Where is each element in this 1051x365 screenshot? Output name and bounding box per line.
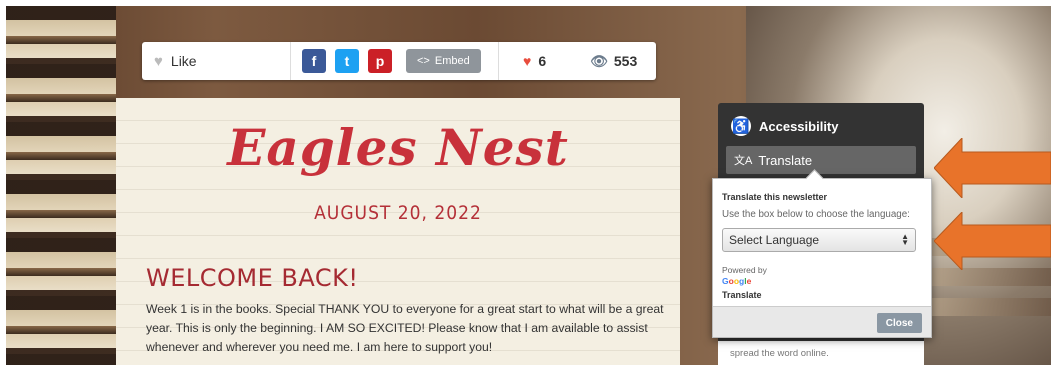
popup-footer: Close bbox=[713, 306, 931, 337]
views-value: 553 bbox=[613, 52, 638, 69]
likes-count: ♥ 6 bbox=[523, 53, 546, 69]
heart-icon: ♥ bbox=[523, 53, 532, 69]
select-arrows-icon: ▲ ▼ bbox=[901, 232, 909, 247]
popup-description: Use the box below to choose the language… bbox=[722, 209, 910, 220]
stats: ♥ 6 👁 553 bbox=[499, 53, 637, 70]
like-button[interactable]: ♥ Like bbox=[142, 42, 291, 80]
translate-label: Translate bbox=[758, 152, 813, 168]
newsletter-date: AUGUST 20, 2022 bbox=[314, 202, 482, 224]
accessibility-title: Accessibility bbox=[759, 118, 839, 134]
book-stack-left bbox=[6, 6, 116, 365]
embed-label: Embed bbox=[434, 55, 470, 67]
views-count: 👁 553 bbox=[590, 53, 637, 70]
google-logo: Google bbox=[722, 276, 752, 286]
powered-by-label: Powered by bbox=[722, 265, 767, 275]
facebook-share-button[interactable]: f bbox=[302, 49, 326, 73]
translate-popup: Translate this newsletter Use the box be… bbox=[712, 169, 932, 338]
newsletter-paper: Eagles Nest AUGUST 20, 2022 WELCOME BACK… bbox=[116, 98, 680, 365]
section-heading: WELCOME BACK! bbox=[146, 264, 359, 292]
language-select[interactable]: Select Language ▲ ▼ bbox=[722, 228, 916, 252]
translate-button[interactable]: 文A Translate bbox=[726, 146, 916, 174]
accessibility-icon: ♿ bbox=[731, 116, 751, 136]
heart-icon: ♥ bbox=[154, 52, 163, 70]
social-buttons: f t p <> Embed bbox=[291, 42, 499, 80]
translate-brand-label: Translate bbox=[722, 290, 762, 300]
panel-footer-text: spread the word online. bbox=[718, 341, 924, 365]
close-button[interactable]: Close bbox=[876, 313, 922, 333]
like-label: Like bbox=[170, 53, 197, 69]
newsletter-title: Eagles Nest bbox=[227, 118, 569, 177]
code-icon: <> bbox=[417, 55, 430, 67]
eye-icon: 👁 bbox=[590, 52, 608, 69]
arrow-pointer-translate bbox=[934, 138, 1051, 198]
arrow-pointer-select bbox=[934, 212, 1051, 270]
facebook-icon: f bbox=[311, 53, 317, 69]
language-select-value: Select Language bbox=[729, 233, 820, 247]
embed-button[interactable]: <> Embed bbox=[406, 49, 481, 73]
share-bar: ♥ Like f t p <> Embed ♥ 6 👁 553 bbox=[142, 42, 656, 80]
twitter-icon: t bbox=[344, 53, 350, 69]
twitter-share-button[interactable]: t bbox=[335, 49, 359, 73]
section-body: Week 1 is in the books. Special THANK YO… bbox=[146, 302, 664, 354]
popup-title: Translate this newsletter bbox=[722, 192, 828, 202]
pinterest-icon: p bbox=[375, 53, 385, 69]
pinterest-share-button[interactable]: p bbox=[368, 49, 392, 73]
accessibility-header: ♿ Accessibility bbox=[731, 116, 839, 136]
likes-value: 6 bbox=[538, 53, 547, 69]
translate-icon: 文A bbox=[734, 155, 753, 167]
